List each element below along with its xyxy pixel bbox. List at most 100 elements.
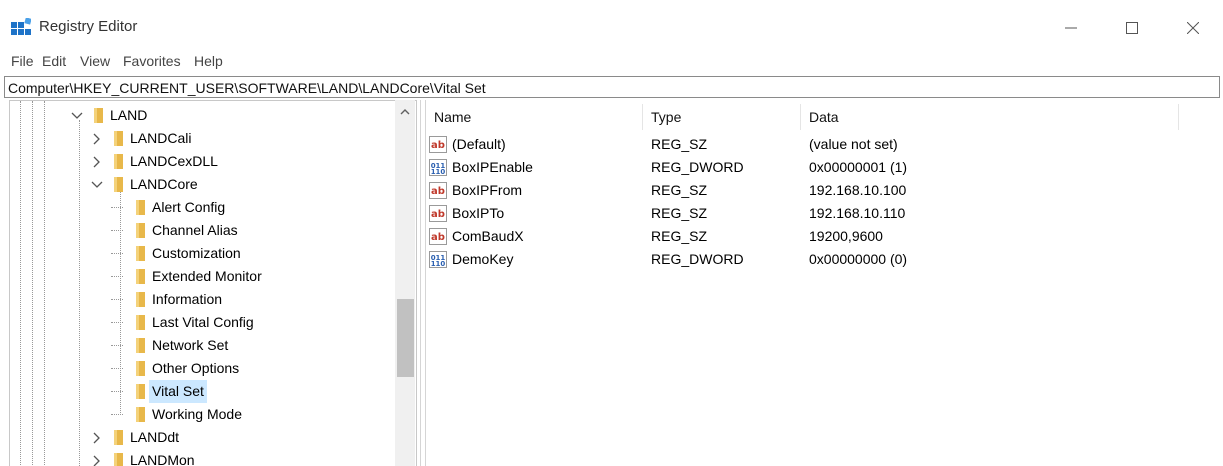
tree-item-label: LAND <box>110 107 148 123</box>
value-name: DemoKey <box>452 251 514 267</box>
menu-bar: File Edit View Favorites Help <box>0 50 1223 74</box>
tree-scroll-thumb[interactable] <box>397 299 414 377</box>
window-title: Registry Editor <box>39 18 138 35</box>
registry-editor-icon <box>11 18 31 35</box>
value-row[interactable]: ab BoxIPFrom REG_SZ 192.168.10.100 <box>426 179 1216 202</box>
column-divider[interactable] <box>800 104 801 130</box>
tree-guide-line <box>111 322 123 323</box>
menu-view[interactable]: View <box>80 53 110 69</box>
minimize-button[interactable] <box>1048 12 1094 44</box>
value-list[interactable]: Name Type Data ab (Default) REG_SZ (value n… <box>426 100 1223 466</box>
folder-icon <box>114 430 123 445</box>
svg-text:ab: ab <box>431 140 445 151</box>
value-row[interactable]: 110 011 BoxIPEnable REG_DWORD 0x00000001 (1) <box>426 156 1216 179</box>
column-header-data[interactable]: Data <box>809 109 839 125</box>
tree-item-label: Information <box>152 291 223 307</box>
chevron-down-icon[interactable] <box>90 178 104 192</box>
tree-item-label: LANDMon <box>130 452 195 466</box>
tree-guide-line <box>111 230 123 231</box>
menu-help[interactable]: Help <box>194 53 223 69</box>
chevron-right-icon[interactable] <box>90 132 104 146</box>
tree-item[interactable]: Network Set <box>10 334 390 357</box>
folder-icon <box>136 407 145 422</box>
folder-icon <box>136 315 145 330</box>
value-data: 192.168.10.100 <box>809 182 907 198</box>
tree-item[interactable]: Last Vital Config <box>10 311 390 334</box>
tree-item[interactable]: Channel Alias <box>10 219 390 242</box>
menu-edit[interactable]: Edit <box>42 53 66 69</box>
folder-icon <box>114 453 123 466</box>
scroll-up-icon[interactable] <box>400 108 410 116</box>
tree-guide-line <box>111 276 123 277</box>
tree-item-label: Working Mode <box>152 406 243 422</box>
tree-item[interactable]: LAND <box>10 104 390 127</box>
tree-guide-line <box>111 345 123 346</box>
value-name: BoxIPEnable <box>452 159 533 175</box>
column-divider[interactable] <box>642 104 643 130</box>
value-row[interactable]: ab (Default) REG_SZ (value not set) <box>426 133 1216 156</box>
key-tree[interactable]: LAND LANDCali LANDCexDLL LANDCore Alert Conf… <box>9 100 417 466</box>
menu-file[interactable]: File <box>11 53 34 69</box>
tree-guide-line <box>111 414 123 415</box>
chevron-right-icon[interactable] <box>90 454 104 466</box>
tree-item[interactable]: Alert Config <box>10 196 390 219</box>
tree-item[interactable]: LANDCexDLL <box>10 150 390 173</box>
value-row[interactable]: ab BoxIPTo REG_SZ 192.168.10.110 <box>426 202 1216 225</box>
chevron-right-icon[interactable] <box>90 431 104 445</box>
folder-icon <box>114 177 123 192</box>
chevron-down-icon[interactable] <box>70 109 84 123</box>
tree-item[interactable]: Extended Monitor <box>10 265 390 288</box>
close-icon <box>1187 22 1199 34</box>
tree-item-label: Network Set <box>152 337 229 353</box>
tree-item-label: LANDCore <box>130 176 198 192</box>
tree-item-label: Customization <box>152 245 241 261</box>
svg-text:011: 011 <box>431 162 446 170</box>
tree-item[interactable]: LANDMon <box>10 449 390 466</box>
tree-item[interactable]: LANDCore <box>10 173 390 196</box>
tree-item[interactable]: Other Options <box>10 357 390 380</box>
close-button[interactable] <box>1170 12 1216 44</box>
value-row[interactable]: 110 011 DemoKey REG_DWORD 0x00000000 (0) <box>426 248 1216 271</box>
tree-item[interactable]: Vital Set <box>10 380 390 403</box>
value-data: 192.168.10.110 <box>809 205 906 221</box>
value-type: REG_SZ <box>651 182 708 198</box>
folder-icon <box>94 108 103 123</box>
tree-item[interactable]: Working Mode <box>10 403 390 426</box>
tree-item[interactable]: LANDCali <box>10 127 390 150</box>
binary-value-icon: 110011 <box>429 159 447 176</box>
tree-item-label: Last Vital Config <box>152 314 254 330</box>
maximize-icon <box>1126 22 1138 34</box>
column-header-type[interactable]: Type <box>651 109 681 125</box>
value-type: REG_SZ <box>651 136 708 152</box>
binary-value-icon: 110011 <box>429 251 447 268</box>
folder-icon <box>136 292 145 307</box>
column-divider[interactable] <box>1178 104 1179 130</box>
folder-icon <box>114 131 123 146</box>
svg-text:011: 011 <box>431 254 446 262</box>
tree-item-label: LANDCali <box>130 130 192 146</box>
address-bar[interactable]: Computer\HKEY_CURRENT_USER\SOFTWARE\LAND… <box>4 76 1220 98</box>
value-name: BoxIPTo <box>452 205 505 221</box>
tree-scrollbar[interactable] <box>395 100 415 466</box>
folder-icon <box>136 269 145 284</box>
value-data: (value not set) <box>809 136 898 152</box>
value-name: ComBaudX <box>452 228 524 244</box>
tree-item[interactable]: Information <box>10 288 390 311</box>
svg-text:ab: ab <box>431 209 445 220</box>
value-type: REG_SZ <box>651 228 708 244</box>
chevron-right-icon[interactable] <box>90 155 104 169</box>
column-header-name[interactable]: Name <box>434 109 471 125</box>
tree-guide-line <box>111 368 123 369</box>
tree-item[interactable]: LANDdt <box>10 426 390 449</box>
tree-item-label: Alert Config <box>152 199 226 215</box>
folder-icon <box>136 200 145 215</box>
value-type: REG_SZ <box>651 205 708 221</box>
maximize-button[interactable] <box>1109 12 1155 44</box>
title-bar: Registry Editor <box>0 0 1223 48</box>
tree-item-label: Vital Set <box>149 380 207 403</box>
menu-favorites[interactable]: Favorites <box>123 53 181 69</box>
tree-item[interactable]: Customization <box>10 242 390 265</box>
minimize-icon <box>1065 27 1077 29</box>
value-name: (Default) <box>452 136 506 152</box>
value-row[interactable]: ab ComBaudX REG_SZ 19200,9600 <box>426 225 1216 248</box>
